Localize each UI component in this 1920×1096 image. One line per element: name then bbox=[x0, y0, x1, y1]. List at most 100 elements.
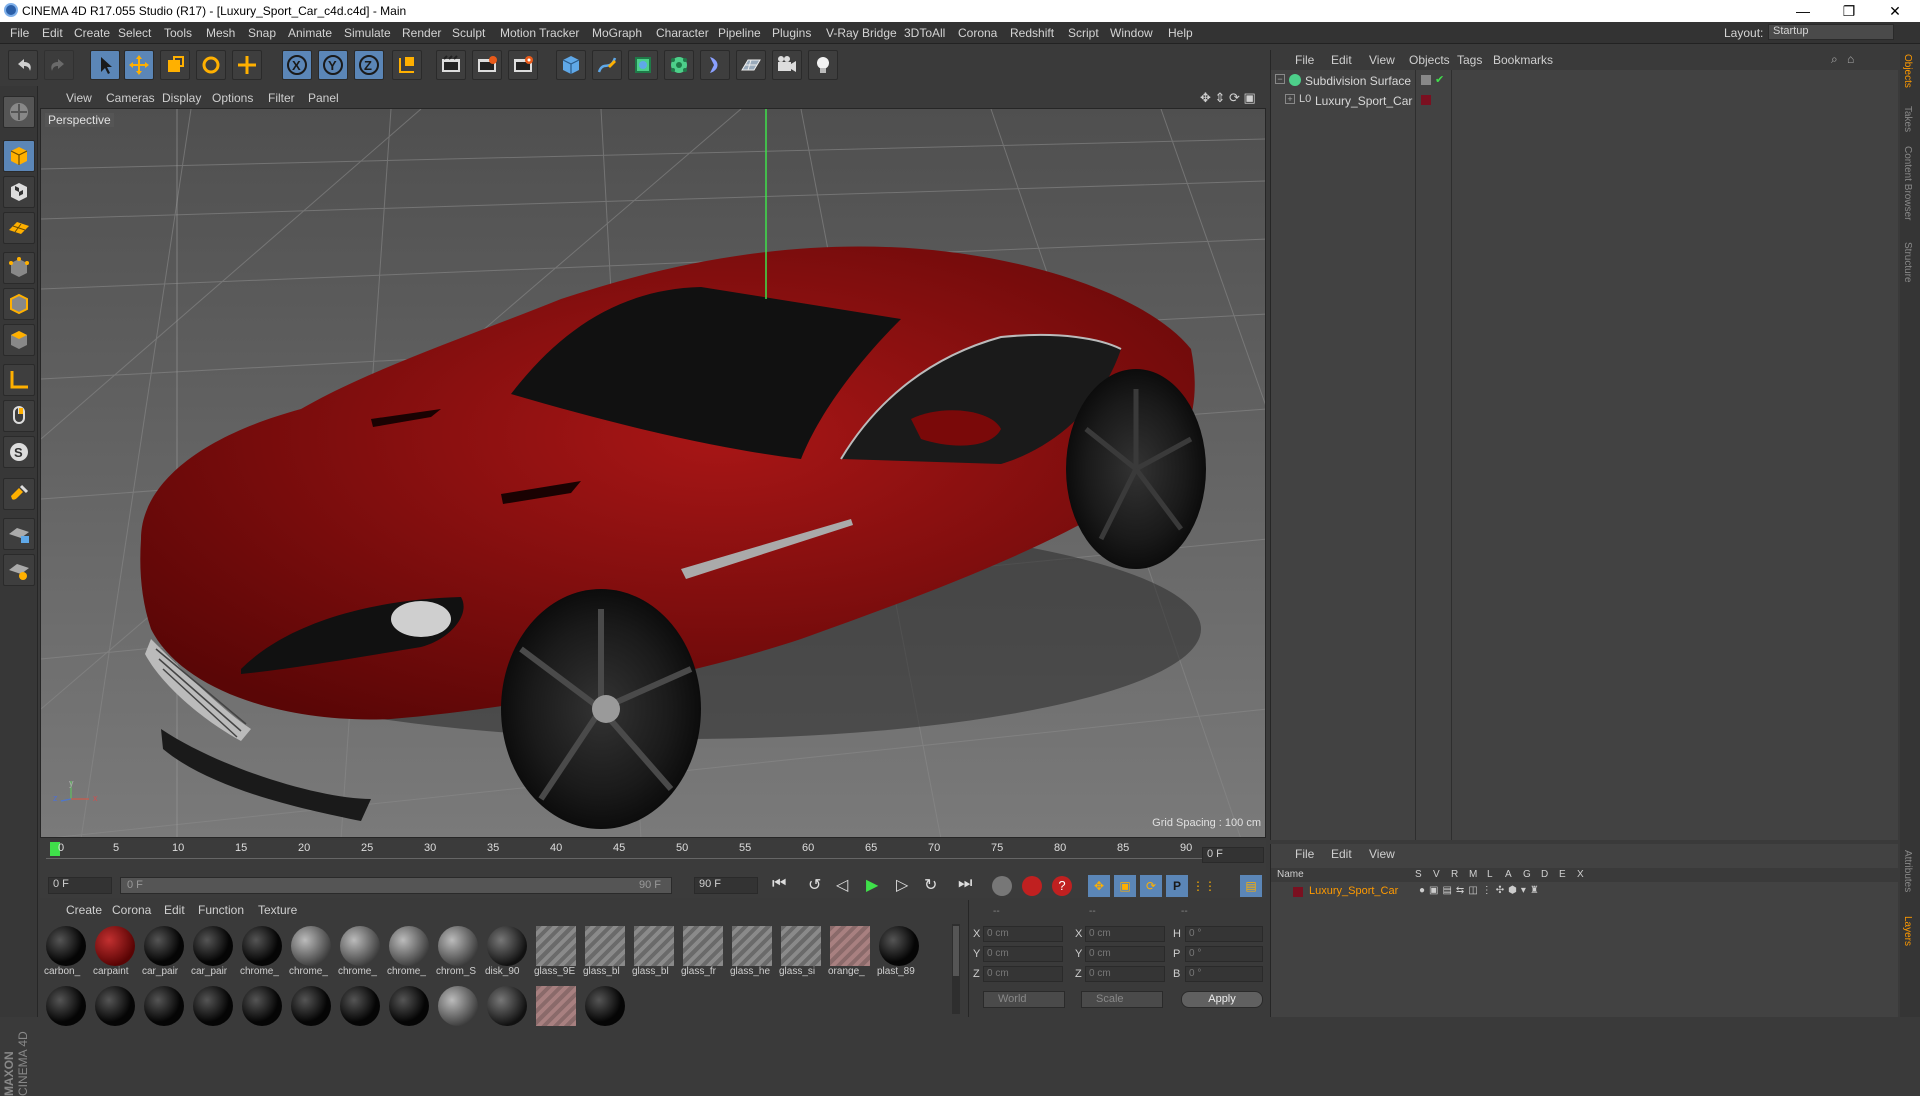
menu-motion-tracker[interactable]: Motion Tracker bbox=[500, 26, 579, 40]
menu-window[interactable]: Window bbox=[1110, 26, 1153, 40]
material-swatch[interactable]: chrome_ bbox=[338, 926, 382, 980]
scale-tool-button[interactable] bbox=[160, 50, 190, 80]
move-tool-button[interactable] bbox=[124, 50, 154, 80]
menu-file[interactable]: File bbox=[10, 26, 29, 40]
menu-vray-bridge[interactable]: V-Ray Bridge bbox=[826, 26, 897, 40]
frame-range-slider[interactable]: 0 F 90 F bbox=[120, 877, 672, 894]
restore-button[interactable]: ❐ bbox=[1826, 0, 1872, 22]
layer-toggle-icons[interactable]: ●▣▤⇆◫⋮✣⬢▾♜ bbox=[1419, 885, 1543, 896]
light-button[interactable] bbox=[808, 50, 838, 80]
position-z-field[interactable]: 0 cm bbox=[983, 966, 1063, 982]
vp-menu-display[interactable]: Display bbox=[162, 91, 201, 105]
spline-pen-button[interactable] bbox=[592, 50, 622, 80]
obj-menu-bookmarks[interactable]: Bookmarks bbox=[1493, 53, 1553, 67]
material-swatch[interactable]: glass_fr bbox=[681, 926, 725, 980]
menu-script[interactable]: Script bbox=[1068, 26, 1099, 40]
menu-character[interactable]: Character bbox=[656, 26, 709, 40]
material-swatch[interactable] bbox=[289, 986, 333, 1040]
rotate-tool-button[interactable] bbox=[196, 50, 226, 80]
vp-menu-filter[interactable]: Filter bbox=[268, 91, 295, 105]
menu-simulate[interactable]: Simulate bbox=[344, 26, 391, 40]
model-mode-button[interactable] bbox=[3, 140, 35, 172]
material-swatch[interactable] bbox=[583, 986, 627, 1040]
tab-attributes[interactable]: Attributes bbox=[1902, 850, 1913, 892]
cloner-button[interactable] bbox=[664, 50, 694, 80]
material-swatch[interactable]: glass_si bbox=[779, 926, 823, 980]
material-swatch[interactable]: car_pair bbox=[191, 926, 235, 980]
tab-takes[interactable]: Takes bbox=[1902, 106, 1913, 132]
material-swatch[interactable] bbox=[93, 986, 137, 1040]
menu-animate[interactable]: Animate bbox=[288, 26, 332, 40]
size-z-field[interactable]: 0 cm bbox=[1085, 966, 1165, 982]
material-swatch[interactable]: carbon_ bbox=[44, 926, 88, 980]
x-axis-lock-button[interactable]: X bbox=[282, 50, 312, 80]
material-swatch[interactable] bbox=[534, 986, 578, 1040]
mat-menu-function[interactable]: Function bbox=[198, 903, 244, 917]
workplane-icon[interactable] bbox=[3, 96, 35, 128]
prev-key-icon[interactable]: ↺ bbox=[808, 875, 821, 895]
next-key-icon[interactable]: ↻ bbox=[924, 875, 937, 895]
tab-structure[interactable]: Structure bbox=[1902, 242, 1913, 283]
tweak-mode-button[interactable] bbox=[3, 400, 35, 432]
lock-workplane-button[interactable] bbox=[3, 518, 35, 550]
rotation-h-field[interactable]: 0 ° bbox=[1185, 926, 1263, 942]
menu-create[interactable]: Create bbox=[74, 26, 110, 40]
viewport[interactable]: Perspective y x z Grid Spacing : 100 cm bbox=[40, 108, 1266, 838]
obj-menu-view[interactable]: View bbox=[1369, 53, 1395, 67]
material-swatch[interactable]: chrom_S bbox=[436, 926, 480, 980]
tab-objects[interactable]: Objects bbox=[1902, 54, 1913, 88]
mat-menu-texture[interactable]: Texture bbox=[258, 903, 297, 917]
material-swatch[interactable] bbox=[142, 986, 186, 1040]
menu-mesh[interactable]: Mesh bbox=[206, 26, 235, 40]
key-parameter-icon[interactable]: P bbox=[1166, 875, 1188, 897]
menu-pipeline[interactable]: Pipeline bbox=[718, 26, 761, 40]
layout-dropdown[interactable]: Startup bbox=[1768, 24, 1894, 40]
object-row-car[interactable]: + L0 Luxury_Sport_Car bbox=[1271, 92, 1899, 110]
z-axis-lock-button[interactable]: Z bbox=[354, 50, 384, 80]
material-swatch[interactable] bbox=[44, 986, 88, 1040]
vp-menu-options[interactable]: Options bbox=[212, 91, 253, 105]
material-swatch[interactable]: chrome_ bbox=[289, 926, 333, 980]
planar-workplane-button[interactable] bbox=[3, 554, 35, 586]
undo-button[interactable] bbox=[8, 50, 38, 80]
menu-select[interactable]: Select bbox=[118, 26, 151, 40]
coord-system-dropdown[interactable]: World bbox=[983, 991, 1065, 1008]
object-name[interactable]: Subdivision Surface bbox=[1305, 74, 1411, 88]
record-keys-icon[interactable] bbox=[992, 876, 1012, 896]
polygons-mode-button[interactable] bbox=[3, 324, 35, 356]
menu-sculpt[interactable]: Sculpt bbox=[452, 26, 485, 40]
material-swatch[interactable] bbox=[387, 986, 431, 1040]
y-axis-lock-button[interactable]: Y bbox=[318, 50, 348, 80]
size-x-field[interactable]: 0 cm bbox=[1085, 926, 1165, 942]
render-view-button[interactable] bbox=[436, 50, 466, 80]
material-swatch[interactable] bbox=[240, 986, 284, 1040]
layer-color-swatch[interactable] bbox=[1293, 887, 1303, 897]
obj-menu-tags[interactable]: Tags bbox=[1457, 53, 1482, 67]
layer-row[interactable]: Luxury_Sport_Car ●▣▤⇆◫⋮✣⬢▾♜ bbox=[1271, 884, 1899, 900]
material-swatch[interactable]: chrome_ bbox=[387, 926, 431, 980]
minimize-button[interactable]: — bbox=[1780, 0, 1826, 22]
rotation-b-field[interactable]: 0 ° bbox=[1185, 966, 1263, 982]
layer-name[interactable]: Luxury_Sport_Car bbox=[1309, 885, 1398, 897]
render-picture-viewer-button[interactable] bbox=[472, 50, 502, 80]
material-swatch[interactable]: glass_bl bbox=[583, 926, 627, 980]
menu-tools[interactable]: Tools bbox=[164, 26, 192, 40]
timeline-window-icon[interactable]: ▤ bbox=[1240, 875, 1262, 897]
menu-snap[interactable]: Snap bbox=[248, 26, 276, 40]
play-icon[interactable]: ▶ bbox=[866, 875, 878, 895]
material-swatch[interactable] bbox=[338, 986, 382, 1040]
select-tool-button[interactable] bbox=[90, 50, 120, 80]
key-position-icon[interactable]: ✥ bbox=[1088, 875, 1110, 897]
key-rotation-icon[interactable]: ⟳ bbox=[1140, 875, 1162, 897]
mat-menu-corona[interactable]: Corona bbox=[112, 903, 151, 917]
collapse-icon[interactable]: − bbox=[1275, 74, 1285, 84]
end-frame-field[interactable]: 90 F bbox=[694, 877, 758, 894]
object-name[interactable]: Luxury_Sport_Car bbox=[1315, 94, 1412, 108]
home-icon[interactable]: ⌂ bbox=[1847, 52, 1854, 66]
menu-render[interactable]: Render bbox=[402, 26, 441, 40]
start-frame-field[interactable]: 0 F bbox=[48, 877, 112, 894]
material-swatch[interactable]: carpaint bbox=[93, 926, 137, 980]
material-swatch[interactable]: orange_ bbox=[828, 926, 872, 980]
position-y-field[interactable]: 0 cm bbox=[983, 946, 1063, 962]
vp-menu-panel[interactable]: Panel bbox=[308, 91, 339, 105]
